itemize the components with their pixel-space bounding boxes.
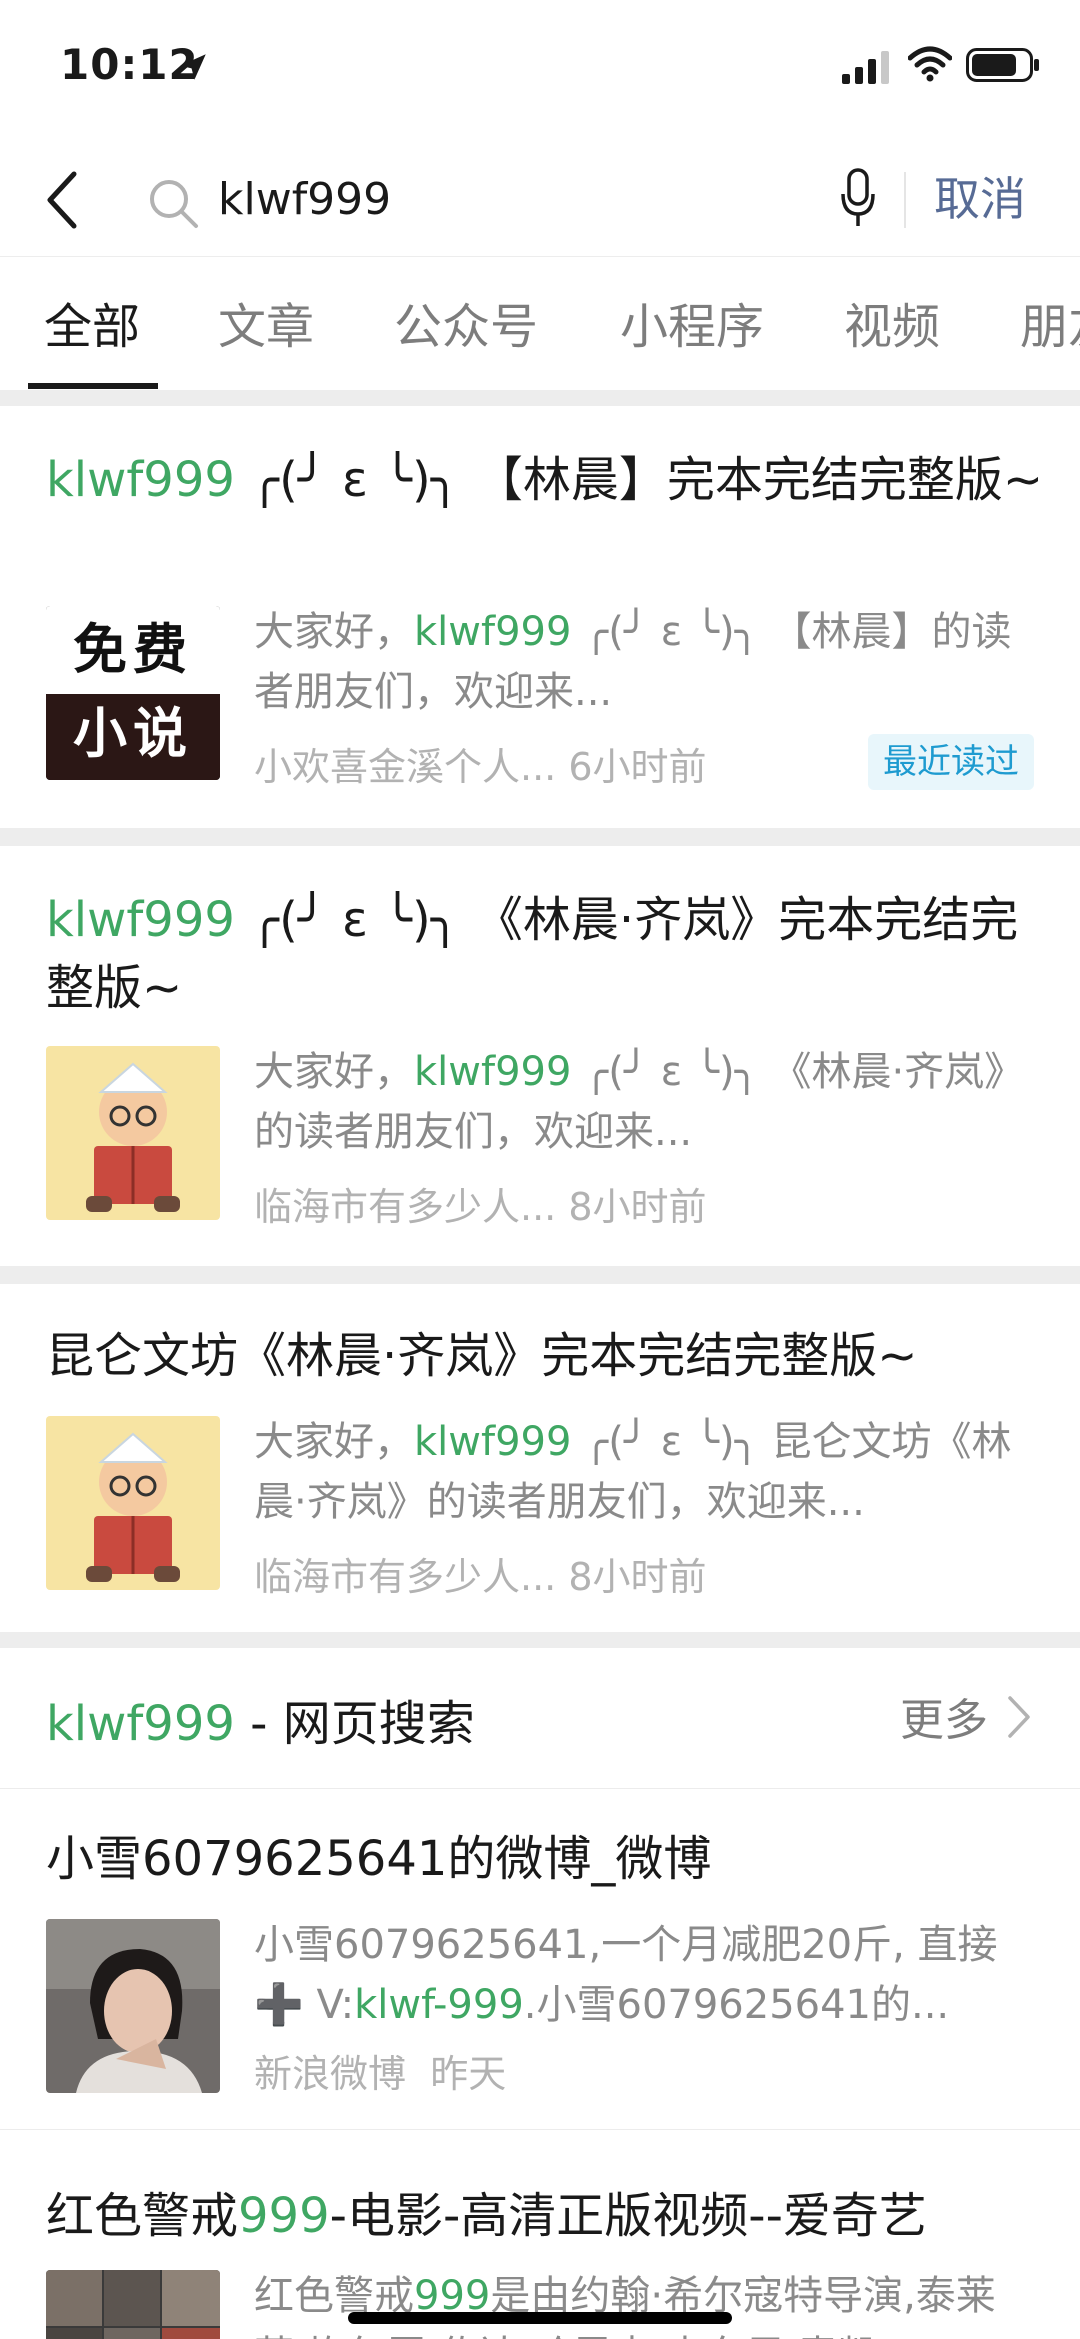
thumbnail (46, 1416, 220, 1590)
tab-videos[interactable]: 视频 (844, 287, 940, 357)
movie-poster-collage (46, 2270, 220, 2339)
tab-articles[interactable]: 文章 (218, 287, 314, 357)
thumbnail: 免费 小说 (46, 606, 220, 780)
result-title: klwf999 ╭(╯ ε ╰)╮ 【林晨】完本完结完整版~ (46, 452, 1044, 508)
result-description: 大家好，klwf999 ╭(╯ ε ╰)╮ 昆仑文坊《林晨·齐岚》的读者朋友们，… (254, 1419, 1012, 1525)
result-meta: 小欢喜金溪个人... 6小时前 (254, 745, 707, 789)
thumbnail-logo-text: 免费 (46, 606, 220, 694)
home-indicator (348, 2312, 732, 2324)
result-card[interactable]: 昆仑文坊《林晨·齐岚》完本完结完整版~ 大家好，klwf999 ╭(╯ ε ╰)… (0, 1284, 1080, 1632)
section-gap (0, 1632, 1080, 1648)
result-title: 昆仑文坊《林晨·齐岚》完本完结完整版~ (46, 1328, 918, 1384)
result-card[interactable]: klwf999 ╭(╯ ε ╰)╮ 《林晨·齐岚》完本完结完整版~ 大家好，kl… (0, 846, 1080, 1266)
result-title: 红色警戒999-电影-高清正版视频--爱奇艺 (46, 2188, 927, 2244)
portrait-photo (46, 1919, 220, 2093)
cancel-button[interactable]: 取消 (934, 164, 1026, 234)
web-result-card[interactable]: 红色警戒999-电影-高清正版视频--爱奇艺 红色警戒999是由约翰·希尔寇特导… (0, 2130, 1080, 2339)
chevron-right-icon[interactable] (1006, 1694, 1032, 1740)
web-result-card[interactable]: 小雪6079625641的微博_微博 小雪6079625641,一个月减肥20斤… (0, 1789, 1080, 2130)
result-meta: 临海市有多少人... 8小时前 (254, 1185, 707, 1229)
reading-boy-illustration (46, 1416, 220, 1590)
signal-icon (842, 51, 889, 84)
active-tab-indicator (28, 383, 158, 389)
battery-icon (966, 48, 1039, 82)
tab-mini-programs[interactable]: 小程序 (620, 287, 764, 357)
thumbnail (46, 1919, 220, 2093)
divider (904, 172, 906, 228)
search-bar: 取消 (0, 150, 1080, 254)
section-gap (0, 390, 1080, 406)
back-icon[interactable] (42, 168, 82, 232)
tab-official-accounts[interactable]: 公众号 (394, 287, 538, 357)
section-title: klwf999 - 网页搜索 (46, 1696, 475, 1752)
recently-read-badge: 最近读过 (868, 734, 1034, 790)
section-gap (0, 1266, 1080, 1284)
section-gap (0, 828, 1080, 846)
result-description: 小雪6079625641,一个月减肥20斤, 直接➕ V:klwf-999.小雪… (254, 1922, 998, 2028)
web-search-section-header: klwf999 - 网页搜索 更多 (0, 1648, 1080, 1789)
result-description: 大家好，klwf999 ╭(╯ ε ╰)╮ 【林晨】的读者朋友们，欢迎来... (254, 609, 1012, 715)
status-bar: 10:12 (0, 0, 1080, 130)
search-icon (150, 180, 198, 228)
tab-all[interactable]: 全部 (44, 287, 140, 357)
result-description: 大家好，klwf999 ╭(╯ ε ╰)╮ 《林晨·齐岚》的读者朋友们，欢迎来.… (254, 1049, 1025, 1155)
microphone-icon[interactable] (840, 166, 876, 230)
more-button[interactable]: 更多 (900, 1684, 988, 1748)
result-title: 小雪6079625641的微博_微博 (46, 1831, 712, 1887)
tab-bar: 全部 文章 公众号 小程序 视频 朋友圈 (0, 256, 1080, 391)
wifi-icon (908, 46, 952, 82)
location-arrow-icon (180, 54, 206, 80)
search-input[interactable] (218, 164, 798, 234)
result-card[interactable]: klwf999 ╭(╯ ε ╰)╮ 【林晨】完本完结完整版~ 免费 小说 大家好… (0, 406, 1080, 828)
result-description: 红色警戒999是由约翰·希尔寇特导演,泰莱莱·坎尔罗·佐达·哈里森·史东尼·青凯… (254, 2273, 996, 2339)
result-meta: 临海市有多少人... 8小时前 (254, 1555, 707, 1599)
thumbnail (46, 2270, 220, 2339)
result-meta: 新浪微博 昨天 (254, 2052, 507, 2096)
reading-boy-illustration (46, 1046, 220, 1220)
result-title: klwf999 ╭(╯ ε ╰)╮ 《林晨·齐岚》完本完结完整版~ (46, 892, 1019, 1016)
thumbnail (46, 1046, 220, 1220)
thumbnail-logo-text: 小说 (46, 694, 220, 780)
tab-moments[interactable]: 朋友圈 (1020, 287, 1080, 357)
